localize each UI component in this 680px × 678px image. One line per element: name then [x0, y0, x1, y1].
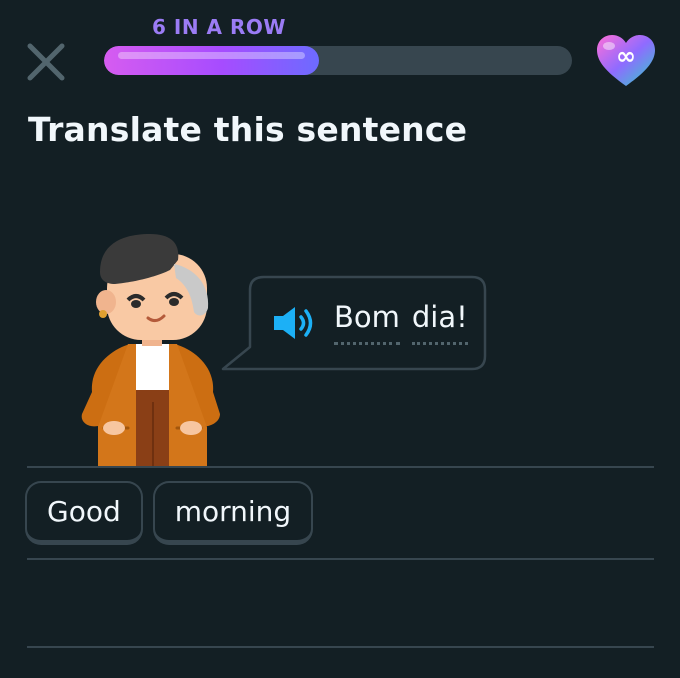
character-illustration — [81, 234, 221, 468]
answer-line — [27, 466, 654, 468]
answer-tiles: Good morning — [25, 481, 314, 545]
prompt-word[interactable]: dia! — [411, 301, 468, 345]
infinite-hearts-icon[interactable]: ∞ — [595, 33, 657, 89]
answer-line — [27, 646, 654, 648]
progress-fill — [104, 46, 319, 75]
lesson-screen: 6 IN A ROW ∞ Translate this sentence Bom… — [0, 0, 680, 678]
answer-line — [27, 558, 654, 560]
speaker-icon[interactable] — [270, 303, 318, 343]
progress-bar — [104, 46, 572, 75]
word-tile[interactable]: Good — [25, 481, 143, 545]
streak-label: 6 IN A ROW — [152, 15, 286, 39]
instruction-title: Translate this sentence — [28, 110, 468, 149]
infinity-symbol: ∞ — [616, 42, 636, 70]
prompt-word[interactable]: Bom — [334, 301, 400, 345]
word-tile[interactable]: morning — [152, 481, 314, 545]
prompt-phrase: Bom dia! — [334, 301, 468, 345]
prompt-content: Bom dia! — [270, 300, 468, 346]
close-icon[interactable] — [22, 38, 70, 86]
progress-shine — [118, 52, 305, 59]
